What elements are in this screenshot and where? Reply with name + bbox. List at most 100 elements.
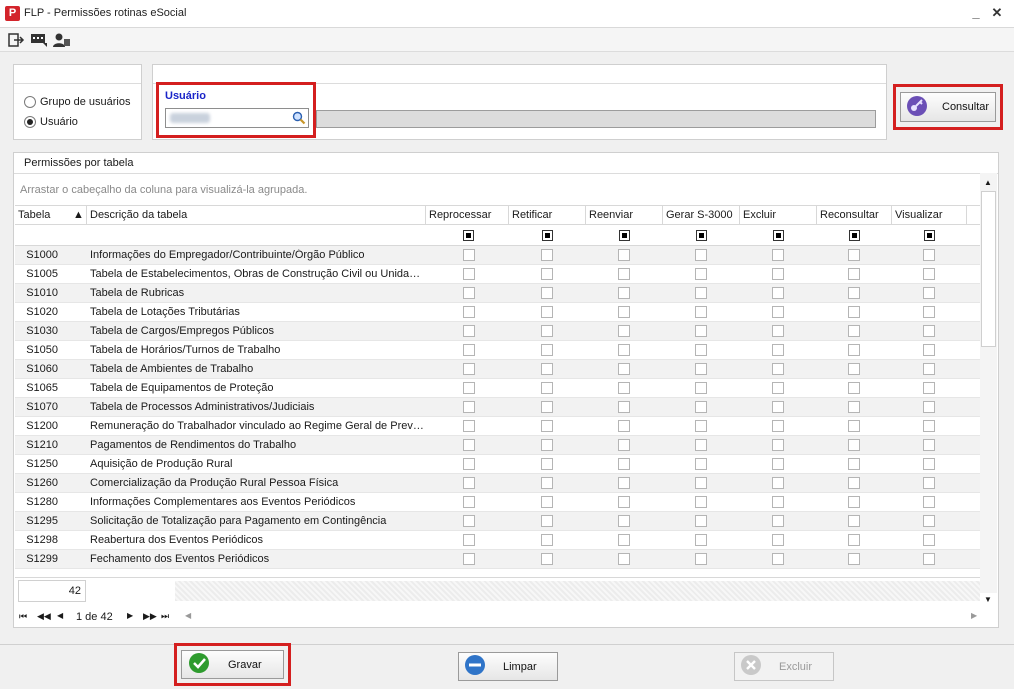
checkbox-reprocessar[interactable] xyxy=(463,268,475,280)
radio-grupo-usuarios[interactable]: Grupo de usuários xyxy=(24,96,131,108)
scroll-thumb[interactable] xyxy=(981,191,996,347)
checkbox-retificar[interactable] xyxy=(541,344,553,356)
checkbox-gerar-s3000[interactable] xyxy=(695,515,707,527)
checkbox-reenviar[interactable] xyxy=(618,401,630,413)
checkbox-retificar[interactable] xyxy=(541,420,553,432)
checkbox-reprocessar[interactable] xyxy=(463,458,475,470)
checkbox-reenviar[interactable] xyxy=(618,534,630,546)
checkbox-reconsultar[interactable] xyxy=(848,496,860,508)
scroll-left-icon[interactable]: ◀ xyxy=(185,611,191,620)
select-all-reenviar[interactable] xyxy=(619,230,630,241)
checkbox-reconsultar[interactable] xyxy=(848,249,860,261)
checkbox-gerar-s3000[interactable] xyxy=(695,268,707,280)
checkbox-reenviar[interactable] xyxy=(618,306,630,318)
checkbox-retificar[interactable] xyxy=(541,534,553,546)
checkbox-reconsultar[interactable] xyxy=(848,458,860,470)
checkbox-retificar[interactable] xyxy=(541,496,553,508)
select-all-reconsultar[interactable] xyxy=(849,230,860,241)
checkbox-retificar[interactable] xyxy=(541,325,553,337)
checkbox-excluir[interactable] xyxy=(772,534,784,546)
checkbox-visualizar[interactable] xyxy=(923,420,935,432)
checkbox-reconsultar[interactable] xyxy=(848,515,860,527)
checkbox-excluir[interactable] xyxy=(772,458,784,470)
vertical-scrollbar[interactable]: ▲ ▼ xyxy=(980,173,997,604)
checkbox-excluir[interactable] xyxy=(772,477,784,489)
checkbox-reprocessar[interactable] xyxy=(463,534,475,546)
checkbox-reenviar[interactable] xyxy=(618,477,630,489)
radio-usuario[interactable]: Usuário xyxy=(24,116,78,128)
col-header-reenviar[interactable]: Reenviar xyxy=(586,206,663,225)
checkbox-reconsultar[interactable] xyxy=(848,477,860,489)
checkbox-excluir[interactable] xyxy=(772,325,784,337)
checkbox-visualizar[interactable] xyxy=(923,306,935,318)
checkbox-excluir[interactable] xyxy=(772,420,784,432)
select-all-retificar[interactable] xyxy=(542,230,553,241)
checkbox-reenviar[interactable] xyxy=(618,287,630,299)
checkbox-excluir[interactable] xyxy=(772,344,784,356)
checkbox-gerar-s3000[interactable] xyxy=(695,458,707,470)
checkbox-gerar-s3000[interactable] xyxy=(695,363,707,375)
checkbox-visualizar[interactable] xyxy=(923,249,935,261)
table-row[interactable]: S1298 Reabertura dos Eventos Periódicos xyxy=(15,531,980,550)
checkbox-retificar[interactable] xyxy=(541,439,553,451)
checkbox-visualizar[interactable] xyxy=(923,287,935,299)
checkbox-reprocessar[interactable] xyxy=(463,401,475,413)
checkbox-reconsultar[interactable] xyxy=(848,439,860,451)
table-row[interactable]: S1010 Tabela de Rubricas xyxy=(15,284,980,303)
checkbox-retificar[interactable] xyxy=(541,458,553,470)
scroll-down-icon[interactable]: ▼ xyxy=(984,595,992,604)
checkbox-retificar[interactable] xyxy=(541,249,553,261)
checkbox-gerar-s3000[interactable] xyxy=(695,382,707,394)
checkbox-excluir[interactable] xyxy=(772,439,784,451)
checkbox-retificar[interactable] xyxy=(541,477,553,489)
scroll-up-icon[interactable]: ▲ xyxy=(984,178,992,187)
checkbox-excluir[interactable] xyxy=(772,515,784,527)
checkbox-reconsultar[interactable] xyxy=(848,344,860,356)
table-row[interactable]: S1060 Tabela de Ambientes de Trabalho xyxy=(15,360,980,379)
col-header-tabela[interactable]: Tabela ▲ xyxy=(15,206,87,225)
checkbox-reprocessar[interactable] xyxy=(463,344,475,356)
checkbox-visualizar[interactable] xyxy=(923,382,935,394)
checkbox-reenviar[interactable] xyxy=(618,458,630,470)
col-header-gerar-s3000[interactable]: Gerar S-3000 xyxy=(663,206,740,225)
checkbox-excluir[interactable] xyxy=(772,249,784,261)
checkbox-reconsultar[interactable] xyxy=(848,268,860,280)
checkbox-reconsultar[interactable] xyxy=(848,382,860,394)
checkbox-retificar[interactable] xyxy=(541,287,553,299)
checkbox-reprocessar[interactable] xyxy=(463,515,475,527)
checkbox-reconsultar[interactable] xyxy=(848,363,860,375)
col-header-reprocessar[interactable]: Reprocessar xyxy=(426,206,509,225)
checkbox-reenviar[interactable] xyxy=(618,268,630,280)
checkbox-reprocessar[interactable] xyxy=(463,249,475,261)
checkbox-visualizar[interactable] xyxy=(923,363,935,375)
save-button[interactable]: Gravar xyxy=(181,650,284,679)
table-row[interactable]: S1005 Tabela de Estabelecimentos, Obras d… xyxy=(15,265,980,284)
select-all-reprocessar[interactable] xyxy=(463,230,474,241)
clear-button[interactable]: Limpar xyxy=(458,652,558,681)
checkbox-reconsultar[interactable] xyxy=(848,401,860,413)
table-row[interactable]: S1030 Tabela de Cargos/Empregos Públicos xyxy=(15,322,980,341)
checkbox-reconsultar[interactable] xyxy=(848,534,860,546)
checkbox-reenviar[interactable] xyxy=(618,420,630,432)
checkbox-reenviar[interactable] xyxy=(618,515,630,527)
checkbox-reconsultar[interactable] xyxy=(848,420,860,432)
user-code-input[interactable] xyxy=(165,108,309,128)
next-page-icon[interactable]: ▶ xyxy=(127,611,133,620)
checkbox-reenviar[interactable] xyxy=(618,553,630,565)
col-header-excluir[interactable]: Excluir xyxy=(740,206,817,225)
checkbox-visualizar[interactable] xyxy=(923,401,935,413)
minimize-button[interactable]: _ xyxy=(967,5,985,20)
checkbox-retificar[interactable] xyxy=(541,363,553,375)
table-row[interactable]: S1299 Fechamento dos Eventos Periódicos xyxy=(15,550,980,569)
checkbox-gerar-s3000[interactable] xyxy=(695,496,707,508)
checkbox-gerar-s3000[interactable] xyxy=(695,325,707,337)
checkbox-visualizar[interactable] xyxy=(923,553,935,565)
checkbox-visualizar[interactable] xyxy=(923,477,935,489)
checkbox-reprocessar[interactable] xyxy=(463,477,475,489)
horizontal-scrollbar-track[interactable] xyxy=(175,581,980,601)
table-row[interactable]: S1065 Tabela de Equipamentos de Proteção xyxy=(15,379,980,398)
last-page-icon[interactable]: ⏭ xyxy=(161,611,169,622)
table-row[interactable]: S1300Contribuição Sindical Patronal xyxy=(15,569,980,571)
search-icon[interactable] xyxy=(292,111,306,128)
col-header-retificar[interactable]: Retificar xyxy=(509,206,586,225)
